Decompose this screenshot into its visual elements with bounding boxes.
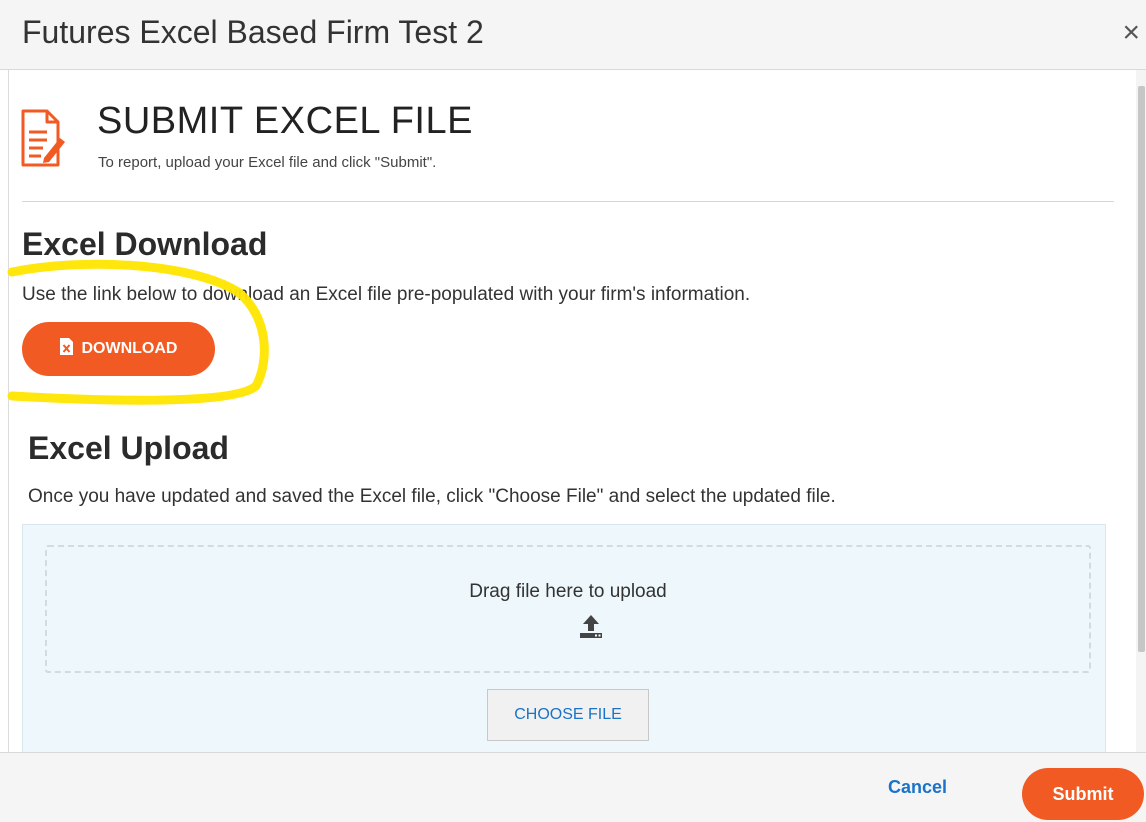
excel-upload-description: Once you have updated and saved the Exce… [28, 486, 836, 507]
modal-header: Futures Excel Based Firm Test 2 × [0, 0, 1146, 70]
close-icon[interactable]: × [1122, 18, 1140, 48]
excel-download-heading: Excel Download [22, 226, 268, 262]
excel-upload-heading: Excel Upload [28, 430, 229, 466]
drop-zone-text: Drag file here to upload [469, 581, 667, 602]
download-button-label: DOWNLOAD [81, 340, 178, 357]
file-drop-zone[interactable]: Drag file here to upload [45, 545, 1091, 673]
cancel-button[interactable]: Cancel [888, 777, 947, 798]
upload-panel: Drag file here to upload CHOOSE FILE [22, 524, 1106, 754]
scrollbar-thumb[interactable] [1138, 86, 1145, 652]
excel-download-description: Use the link below to download an Excel … [22, 284, 751, 305]
modal-left-border [8, 70, 9, 752]
modal-title: Futures Excel Based Firm Test 2 [22, 14, 484, 50]
excel-file-icon [59, 338, 73, 360]
submit-excel-subtitle: To report, upload your Excel file and cl… [98, 154, 437, 171]
choose-file-button[interactable]: CHOOSE FILE [487, 689, 649, 741]
modal-footer: Cancel Submit [0, 752, 1146, 822]
section-divider [22, 201, 1114, 202]
submit-button[interactable]: Submit [1022, 768, 1144, 820]
document-edit-icon [20, 108, 66, 173]
submit-excel-title: SUBMIT EXCEL FILE [97, 100, 473, 142]
download-button[interactable]: DOWNLOAD [22, 322, 215, 376]
upload-icon [578, 613, 604, 644]
